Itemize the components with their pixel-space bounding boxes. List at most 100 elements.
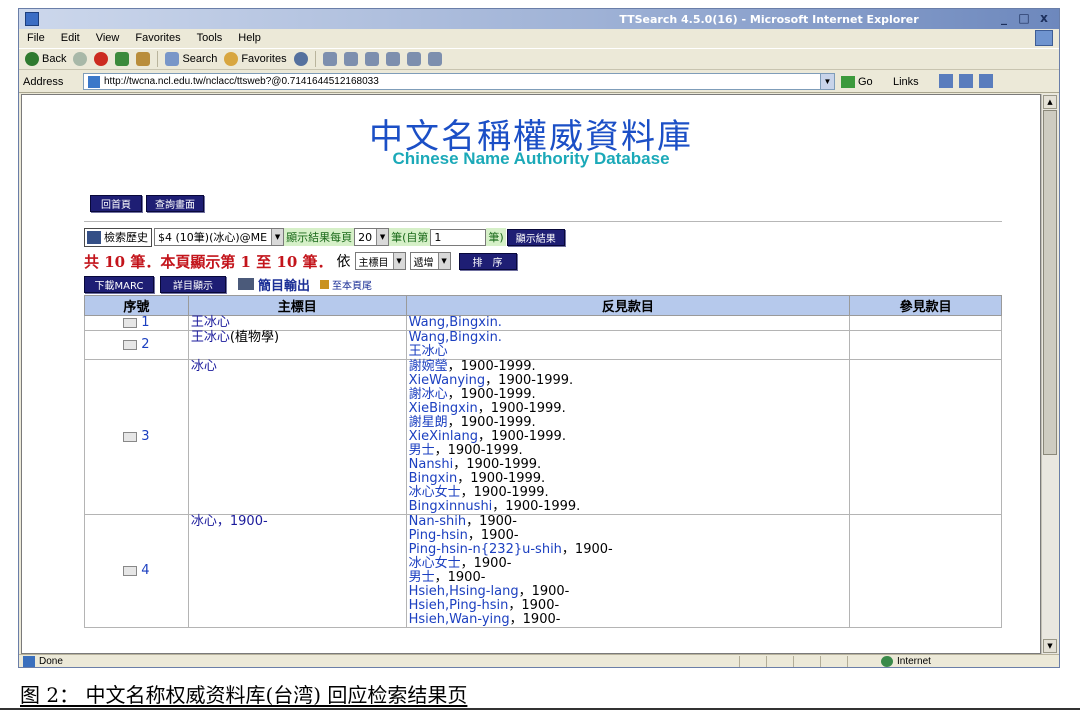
see-from-name[interactable]: Nan-shih bbox=[409, 514, 466, 529]
main-heading-qualifier: ，1900- bbox=[216, 514, 268, 529]
see-from-name[interactable]: 男士 bbox=[409, 443, 435, 458]
see-from-name[interactable]: 謝星朗 bbox=[409, 415, 448, 430]
record-checkbox[interactable] bbox=[123, 339, 138, 350]
see-from-name[interactable]: Wang,Bingxin. bbox=[409, 330, 502, 345]
scroll-thumb[interactable] bbox=[1043, 110, 1057, 455]
see-from-name[interactable]: Hsieh,Hsing-lang bbox=[409, 584, 519, 599]
see-from-name[interactable]: Nanshi bbox=[409, 457, 454, 472]
mail-button[interactable] bbox=[322, 52, 337, 66]
page-done-icon bbox=[23, 656, 35, 667]
see-from-date: ，1900-1999. bbox=[485, 373, 574, 388]
see-from-name[interactable]: Hsieh,Wan-ying bbox=[409, 612, 510, 627]
sort-order-value: 遞增 bbox=[413, 257, 434, 269]
sort-field-select[interactable]: 主標目 ▼ bbox=[354, 252, 406, 270]
favorites-label: Favorites bbox=[241, 53, 287, 65]
address-dropdown-icon[interactable]: ▼ bbox=[820, 74, 834, 89]
see-from-name[interactable]: Bingxinnushi bbox=[409, 499, 493, 514]
see-from-name[interactable]: 冰心女士 bbox=[409, 485, 461, 500]
main-heading-link[interactable]: 王冰心 bbox=[191, 315, 230, 330]
research-button[interactable] bbox=[427, 52, 442, 66]
see-from-name[interactable]: 冰心女士 bbox=[409, 556, 461, 571]
see-from-name[interactable]: XieBingxin bbox=[409, 401, 478, 416]
main-heading-link[interactable]: 冰心 bbox=[191, 359, 217, 374]
menu-view[interactable]: View bbox=[96, 32, 120, 44]
links-toolbar-icon[interactable] bbox=[959, 74, 973, 88]
see-from-name[interactable]: Ping-hsin-n{232}u-shih bbox=[409, 542, 562, 557]
brief-output-link[interactable]: 簡目輸出 bbox=[238, 275, 310, 294]
record-number-link[interactable]: 4 bbox=[141, 563, 149, 578]
address-input[interactable]: http://twcna.ncl.edu.tw/nclacc/ttsweb?@0… bbox=[83, 73, 835, 90]
menu-file[interactable]: File bbox=[27, 32, 45, 44]
close-button[interactable]: x bbox=[1037, 11, 1051, 25]
home-button[interactable] bbox=[136, 52, 151, 66]
see-from-name[interactable]: Bingxin bbox=[409, 471, 458, 486]
menu-tools[interactable]: Tools bbox=[197, 32, 223, 44]
go-label: Go bbox=[858, 76, 873, 88]
links-toolbar-icon[interactable] bbox=[939, 74, 953, 88]
scroll-up-icon[interactable]: ▲ bbox=[1043, 95, 1057, 109]
serial-cell: 2 bbox=[84, 330, 189, 360]
main-heading-cell: 冰心 bbox=[187, 359, 407, 515]
minimize-button[interactable]: _ bbox=[997, 11, 1011, 25]
main-heading-link[interactable]: 冰心 bbox=[191, 514, 217, 529]
links-button[interactable]: Links bbox=[893, 76, 919, 88]
ie-app-icon[interactable] bbox=[25, 12, 39, 26]
brief-output-label: 簡目輸出 bbox=[258, 278, 311, 294]
see-from-name[interactable]: XieXinlang bbox=[409, 429, 478, 444]
record-checkbox[interactable] bbox=[123, 431, 138, 442]
per-page-select[interactable]: 20 ▼ bbox=[354, 228, 390, 246]
sort-order-select[interactable]: 遞增 ▼ bbox=[409, 252, 451, 270]
start-record-input[interactable]: 1 bbox=[430, 228, 487, 246]
links-toolbar-icon[interactable] bbox=[979, 74, 993, 88]
print-button[interactable] bbox=[343, 52, 358, 66]
page-viewport: 中文名稱權威資料庫 Chinese Name Authority Databas… bbox=[21, 94, 1041, 654]
see-from-entry: 男士，1900-1999. bbox=[409, 444, 848, 458]
favorites-button[interactable]: Favorites bbox=[224, 52, 287, 66]
search-button[interactable]: Search bbox=[165, 52, 217, 66]
serial-cell: 1 bbox=[84, 315, 189, 331]
see-from-name[interactable]: Wang,Bingxin. bbox=[409, 315, 502, 330]
home-page-button[interactable]: 回首頁 bbox=[90, 195, 142, 212]
vertical-scrollbar[interactable]: ▲ ▼ bbox=[1041, 94, 1058, 654]
menu-edit[interactable]: Edit bbox=[61, 32, 80, 44]
discuss-button[interactable] bbox=[385, 52, 400, 66]
history-select[interactable]: $4 (10筆)(冰心)@ME ▼ bbox=[154, 228, 285, 246]
back-button[interactable]: Back bbox=[25, 52, 66, 66]
sort-button[interactable]: 排 序 bbox=[458, 252, 517, 270]
go-button[interactable]: Go bbox=[841, 76, 873, 88]
maximize-button[interactable]: □ bbox=[1017, 11, 1031, 25]
page-end-link[interactable]: 至本頁尾 bbox=[320, 277, 372, 292]
see-from-name[interactable]: Ping-hsin bbox=[409, 528, 468, 543]
see-from-name[interactable]: Hsieh,Ping-hsin bbox=[409, 598, 509, 613]
search-history-button[interactable]: 檢索歷史 bbox=[84, 227, 152, 247]
media-button[interactable] bbox=[293, 52, 308, 66]
scroll-down-icon[interactable]: ▼ bbox=[1043, 639, 1057, 653]
stop-button[interactable] bbox=[94, 52, 109, 66]
record-checkbox[interactable] bbox=[123, 317, 138, 328]
see-from-name[interactable]: 王冰心 bbox=[409, 344, 448, 359]
record-number-link[interactable]: 2 bbox=[141, 337, 149, 352]
record-number-link[interactable]: 3 bbox=[141, 429, 149, 444]
messenger-button[interactable] bbox=[406, 52, 421, 66]
detail-view-button[interactable]: 詳目顯示 bbox=[160, 275, 226, 293]
see-from-name[interactable]: 謝冰心 bbox=[409, 387, 448, 402]
see-from-name[interactable]: 謝婉瑩 bbox=[409, 359, 448, 374]
show-results-button[interactable]: 顯示結果 bbox=[506, 228, 565, 246]
edit-button[interactable] bbox=[364, 52, 379, 66]
browser-window: TTSearch 4.5.0(16) - Microsoft Internet … bbox=[18, 8, 1060, 668]
main-heading-link[interactable]: 王冰心 bbox=[191, 330, 230, 345]
see-from-name[interactable]: 男士 bbox=[409, 570, 435, 585]
download-marc-button[interactable]: 下載MARC bbox=[84, 275, 154, 293]
see-from-entry: XieWanying，1900-1999. bbox=[409, 374, 848, 388]
record-number-link[interactable]: 1 bbox=[141, 315, 149, 330]
see-from-name[interactable]: XieWanying bbox=[409, 373, 486, 388]
menu-favorites[interactable]: Favorites bbox=[135, 32, 180, 44]
forward-button[interactable] bbox=[73, 52, 88, 66]
query-screen-button[interactable]: 查詢畫面 bbox=[146, 195, 204, 212]
menu-help[interactable]: Help bbox=[238, 32, 261, 44]
status-separator bbox=[847, 656, 848, 667]
main-heading-qualifier: (植物學) bbox=[229, 330, 280, 345]
record-checkbox[interactable] bbox=[123, 565, 138, 576]
refresh-button[interactable] bbox=[115, 52, 130, 66]
sort-field-value: 主標目 bbox=[358, 257, 389, 269]
